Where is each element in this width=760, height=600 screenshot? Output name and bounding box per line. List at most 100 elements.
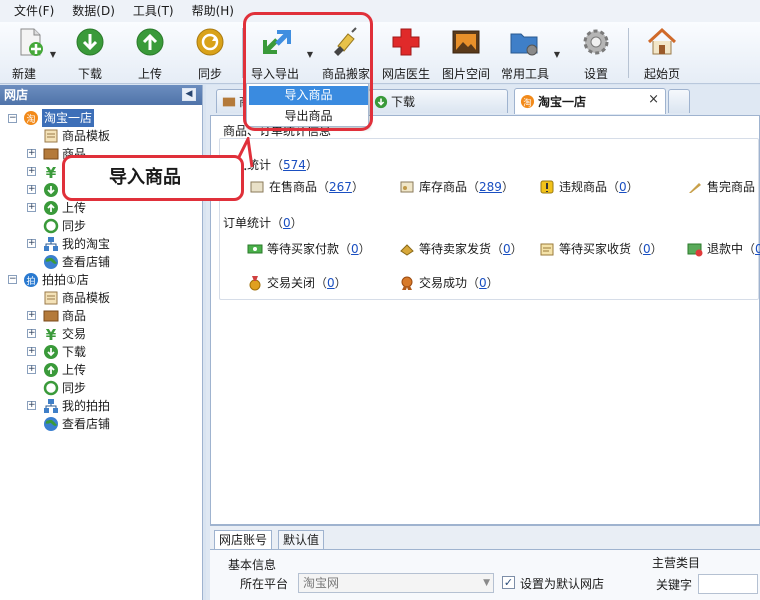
wait-receive-label: 等待买家收货	[559, 242, 632, 256]
tab-shop-account[interactable]: 网店账号	[214, 530, 273, 550]
globe-icon	[44, 417, 58, 431]
tree-shop-label: 拍拍①店	[42, 273, 89, 287]
menu-data[interactable]: 数据(D)	[64, 0, 125, 22]
sold-out-label: 售完商品	[707, 180, 756, 194]
toolbar: 新建 ▼ 下载 上传 同步 导入导出 ▼ 商品搬家 网店医生 图片空间 常用工具…	[0, 22, 760, 84]
download-button[interactable]: 下载	[60, 22, 120, 84]
expand-toggle-icon[interactable]: +	[27, 347, 36, 356]
order-stats-label: 订单统计	[223, 216, 272, 230]
goods-stats-count[interactable]: 574	[283, 158, 306, 172]
tree-item-goods[interactable]: 商品	[43, 307, 86, 325]
wait-receive-count[interactable]: 0	[643, 242, 651, 256]
refund-icon	[687, 243, 703, 256]
expand-toggle-icon[interactable]: +	[27, 149, 36, 158]
tab-download[interactable]: 下载	[368, 89, 508, 113]
shop-doctor-label: 网店医生	[381, 67, 430, 81]
tree-item-trade[interactable]: ¥ 交易	[43, 325, 86, 343]
success-count[interactable]: 0	[479, 276, 487, 290]
common-tools-button[interactable]: 常用工具 ▼	[496, 22, 566, 84]
globe-icon	[44, 255, 58, 269]
image-space-button[interactable]: 图片空间	[436, 22, 496, 84]
wait-ship-count[interactable]: 0	[503, 242, 511, 256]
tree-item-upload[interactable]: 上传	[43, 361, 86, 379]
tab-label: 淘宝一店	[538, 95, 587, 109]
paipai-icon: 拍	[24, 273, 38, 287]
platform-value: 淘宝网	[303, 576, 340, 590]
svg-text:淘: 淘	[523, 97, 531, 107]
default-shop-checkbox[interactable]: ✓	[502, 576, 515, 589]
expand-toggle-icon[interactable]: +	[27, 185, 36, 194]
upload-button[interactable]: 上传	[120, 22, 180, 84]
upload-icon	[44, 363, 58, 377]
refund-label: 退款中	[707, 242, 744, 256]
tree-item-view-shop[interactable]: 查看店铺	[43, 415, 110, 433]
tree-item-my-taobao[interactable]: 我的淘宝	[43, 235, 110, 253]
menu-tools[interactable]: 工具(T)	[125, 0, 184, 22]
tab-new[interactable]	[668, 89, 690, 113]
new-button[interactable]: 新建 ▼	[0, 22, 60, 84]
medal-icon	[249, 275, 261, 290]
wait-pay-count[interactable]: 0	[351, 242, 359, 256]
collapse-toggle-icon[interactable]: −	[8, 114, 17, 123]
network-icon	[44, 399, 58, 413]
collapse-panel-icon[interactable]: ◀	[182, 88, 196, 101]
menu-help[interactable]: 帮助(H)	[184, 0, 244, 22]
expand-toggle-icon[interactable]: +	[27, 167, 36, 176]
expand-toggle-icon[interactable]: +	[27, 311, 36, 320]
tree-item-label: 下载	[62, 345, 87, 359]
collapse-toggle-icon[interactable]: −	[8, 275, 17, 284]
download-icon	[44, 183, 58, 197]
tree-item-my-paipai[interactable]: 我的拍拍	[43, 397, 110, 415]
medical-cross-icon	[392, 28, 420, 56]
basic-info-title: 基本信息	[228, 558, 277, 572]
shipping-icon	[400, 243, 414, 256]
new-document-icon	[20, 28, 43, 56]
tree-shop-taobao[interactable]: 淘 淘宝一店	[23, 109, 95, 127]
chevron-down-icon[interactable]: ▼	[50, 50, 56, 59]
tree-item-goods-template[interactable]: 商品模板	[43, 127, 110, 145]
main-category-title: 主营类目	[652, 556, 701, 570]
tree-item-download[interactable]: 下载	[43, 343, 86, 361]
wait-receive-stat: 等待买家收货 （0）	[539, 240, 663, 257]
success-stat: 交易成功 （0）	[399, 274, 499, 291]
expand-toggle-icon[interactable]: +	[27, 401, 36, 410]
order-stats-count[interactable]: 0	[283, 216, 291, 230]
chevron-down-icon[interactable]: ▼	[554, 50, 560, 59]
expand-toggle-icon[interactable]: +	[27, 203, 36, 212]
expand-toggle-icon[interactable]: +	[27, 239, 36, 248]
in-stock-count[interactable]: 289	[479, 180, 502, 194]
keyword-label: 关键字	[656, 578, 693, 592]
tree-item-upload[interactable]: 上传	[43, 199, 86, 217]
start-page-button[interactable]: 起始页	[632, 22, 692, 84]
tab-taobao-shop[interactable]: 淘 淘宝一店 ×	[514, 88, 666, 114]
tab-default-values[interactable]: 默认值	[278, 530, 325, 550]
closed-count[interactable]: 0	[327, 276, 335, 290]
menu-file[interactable]: 文件(F)	[6, 0, 64, 22]
shop-doctor-button[interactable]: 网店医生	[376, 22, 436, 84]
sync-icon	[43, 380, 59, 396]
callout-import-goods: 导入商品	[62, 155, 244, 201]
expand-toggle-icon[interactable]: +	[27, 329, 36, 338]
tree-item-view-shop[interactable]: 查看店铺	[43, 253, 110, 271]
tree-shop-label: 淘宝一店	[42, 109, 95, 127]
new-label: 新建	[12, 67, 37, 81]
platform-select[interactable]: 淘宝网 ▼	[298, 573, 494, 593]
close-tab-icon[interactable]: ×	[648, 92, 659, 107]
tree-item-label: 我的拍拍	[62, 399, 111, 413]
expand-toggle-icon[interactable]: +	[27, 365, 36, 374]
sync-button[interactable]: 同步	[180, 22, 240, 84]
refund-count[interactable]: 0	[755, 242, 760, 256]
tree-shop-paipai[interactable]: 拍 拍拍①店	[23, 271, 89, 289]
tree-item-goods-template[interactable]: 商品模板	[43, 289, 110, 307]
image-space-label: 图片空间	[441, 67, 490, 81]
goods-icon	[222, 97, 236, 106]
tree-item-sync[interactable]: 同步	[43, 379, 86, 397]
settings-button[interactable]: 设置	[566, 22, 626, 84]
tree-item-sync[interactable]: 同步	[43, 217, 86, 235]
violation-count[interactable]: 0	[619, 180, 627, 194]
tab-label: 下载	[391, 95, 416, 109]
on-sale-count[interactable]: 267	[329, 180, 352, 194]
network-icon	[44, 237, 58, 251]
keyword-input[interactable]	[698, 574, 758, 594]
template-icon	[44, 291, 58, 305]
